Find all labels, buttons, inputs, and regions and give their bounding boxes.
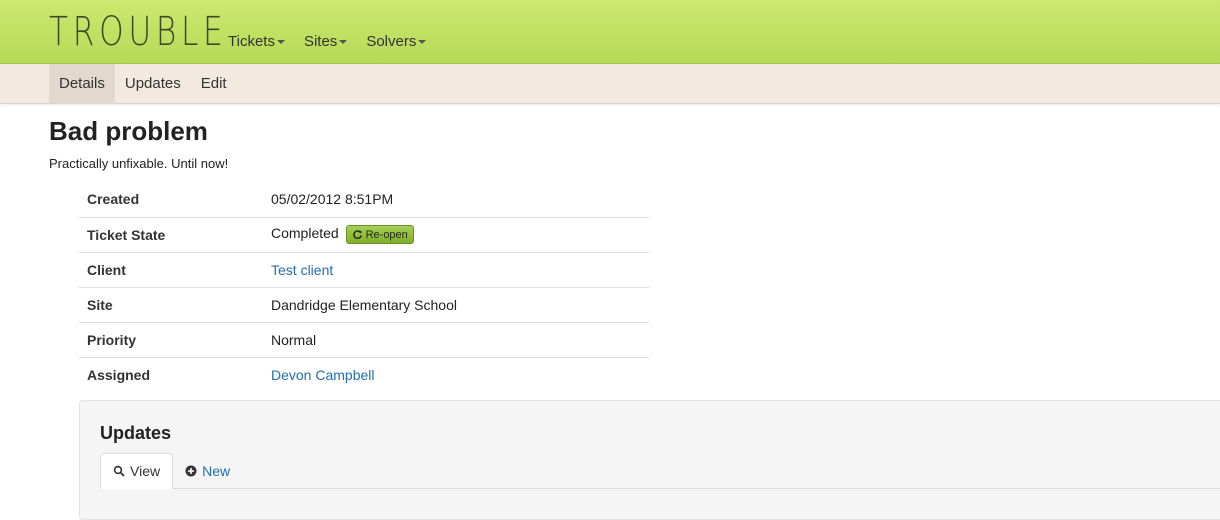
table-row: Assigned Devon Campbell	[79, 357, 649, 392]
nav-solvers-dropdown[interactable]: Solvers	[366, 33, 427, 50]
tab-view-label: View	[130, 463, 161, 479]
nav-tickets-label: Tickets	[228, 33, 275, 50]
ticket-state-value: Completed	[271, 225, 339, 242]
client-link[interactable]: Test client	[271, 262, 333, 278]
ticket-tabs: Details Updates Edit	[49, 64, 237, 104]
ticket-details-table: Created 05/02/2012 8:51PM Ticket State C…	[79, 182, 649, 392]
assigned-link[interactable]: Devon Campbell	[271, 367, 375, 383]
reopen-button-label: Re-open	[365, 228, 408, 241]
nav-sites-dropdown[interactable]: Sites	[303, 33, 348, 50]
main-nav: Tickets Sites Solvers	[228, 33, 445, 50]
tab-details[interactable]: Details	[49, 64, 115, 104]
top-navbar: TROUBLE Tickets Sites Solvers	[0, 0, 1220, 64]
tab-new-update[interactable]: New	[173, 453, 242, 489]
updates-panel: Updates View New	[79, 400, 1220, 520]
refresh-icon	[352, 230, 362, 240]
plus-circle-icon	[185, 465, 197, 477]
site-label: Site	[79, 287, 263, 323]
priority-value: Normal	[263, 322, 649, 358]
table-row: Created 05/02/2012 8:51PM	[79, 182, 649, 218]
table-row: Client Test client	[79, 252, 649, 288]
created-value: 05/02/2012 8:51PM	[263, 182, 649, 218]
table-row: Ticket State Completed Re-open	[79, 217, 649, 253]
created-label: Created	[79, 182, 263, 218]
caret-down-icon	[276, 39, 285, 44]
updates-tabs: View New	[100, 453, 1220, 489]
reopen-button[interactable]: Re-open	[345, 225, 414, 244]
tab-edit[interactable]: Edit	[191, 64, 237, 104]
tab-view-updates[interactable]: View	[100, 453, 174, 489]
client-label: Client	[79, 252, 263, 288]
table-row: Priority Normal	[79, 322, 649, 358]
site-value: Dandridge Elementary School	[263, 287, 649, 323]
nav-tickets-dropdown[interactable]: Tickets	[228, 33, 285, 50]
ticket-description: Practically unfixable. Until now!	[49, 156, 229, 171]
tab-updates[interactable]: Updates	[115, 64, 191, 104]
updates-heading: Updates	[100, 423, 172, 443]
search-icon	[113, 465, 125, 477]
ticket-state-label: Ticket State	[79, 217, 263, 253]
caret-down-icon	[339, 39, 348, 44]
tab-new-label: New	[202, 463, 231, 479]
nav-sites-label: Sites	[303, 33, 338, 50]
page-title: Bad problem	[49, 116, 208, 146]
brand-logo[interactable]: TROUBLE	[49, 8, 227, 56]
sub-navbar: Details Updates Edit	[0, 64, 1220, 104]
nav-solvers-label: Solvers	[366, 33, 417, 50]
ticket-state-cell: Completed Re-open	[263, 217, 649, 253]
priority-label: Priority	[79, 322, 263, 358]
table-row: Site Dandridge Elementary School	[79, 287, 649, 323]
caret-down-icon	[418, 39, 427, 44]
assigned-label: Assigned	[87, 366, 151, 383]
